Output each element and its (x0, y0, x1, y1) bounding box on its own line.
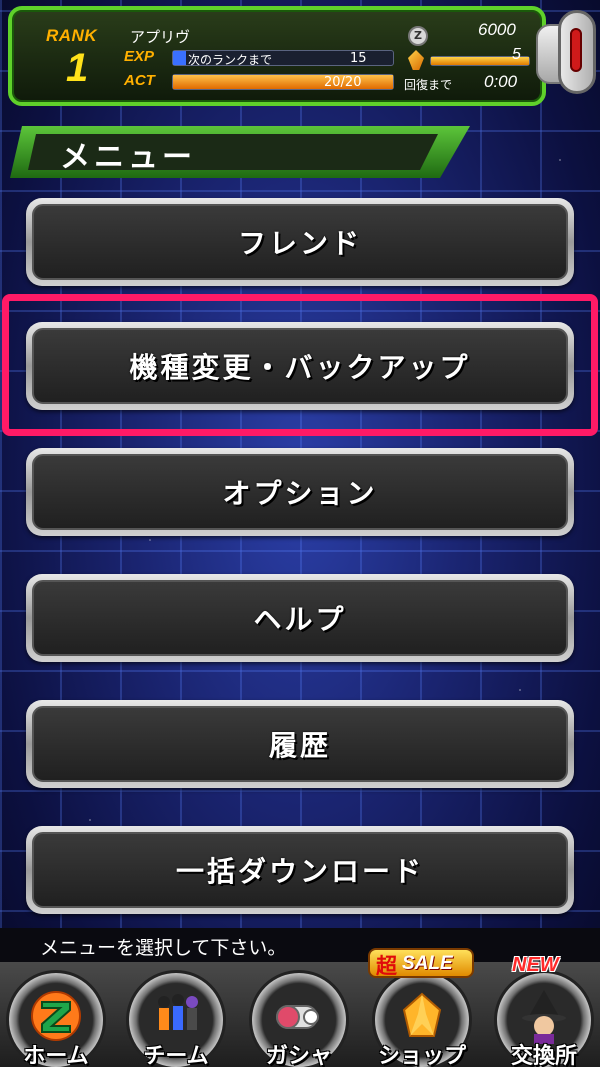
menu-button-bulk-download[interactable]: 一括ダウンロード (26, 826, 574, 914)
act-label: ACT (124, 72, 155, 89)
menu-button-label: フレンド (237, 227, 362, 260)
nav-label: ガシャ (265, 1044, 332, 1067)
menu-button-options[interactable]: オプション (26, 448, 574, 536)
exp-next-rank-text: 次のランクまで (188, 53, 273, 67)
menu-button-inner: 一括ダウンロード (32, 832, 568, 908)
menu-button-friend[interactable]: フレンド (26, 198, 574, 286)
page-title: メニュー (60, 140, 196, 175)
rank-label: RANK (46, 26, 98, 45)
nav-shop[interactable]: ショップ 超 SALE (366, 948, 478, 1067)
rank-box: RANK 1 (16, 14, 108, 98)
zeni-icon: Z (408, 26, 428, 46)
dragon-stone-icon (408, 50, 424, 70)
dragon-stone-icon (402, 992, 442, 1037)
menu-button-inner: 履歴 (32, 706, 568, 782)
menu-button-label: 履歴 (268, 729, 331, 762)
menu-button-help[interactable]: ヘルプ (26, 574, 574, 662)
zeni-value: 6000 (478, 20, 516, 39)
menu-button-label: ヘルプ (253, 603, 347, 636)
dragon-stones-value: 5 (512, 46, 521, 63)
dragon-ball-z-icon (31, 991, 81, 1041)
footer-message: メニューを選択して下さい。 (40, 937, 287, 959)
nav-label: 交換所 (510, 1044, 577, 1067)
menu-title-banner: メニュー (10, 126, 470, 178)
menu-button-inner: ヘルプ (32, 580, 568, 656)
new-badge: NEW (512, 954, 559, 976)
exp-bar-fill (173, 51, 187, 65)
nav-label: チーム (143, 1044, 209, 1067)
nav-label: ショップ (377, 1044, 466, 1067)
player-name: アプリヴ (130, 28, 191, 46)
capsule-menu-button[interactable] (536, 10, 596, 94)
capsule-slot (570, 28, 582, 72)
menu-button-label: 一括ダウンロード (175, 855, 424, 888)
nav-exchange[interactable]: 交換所 NEW (488, 954, 600, 1067)
menu-button-label: オプション (222, 477, 378, 510)
nav-gasha[interactable]: ガシャ (243, 970, 355, 1067)
highlight-frame (2, 294, 598, 436)
exp-label: EXP (124, 48, 155, 65)
sale-badge: 超 SALE (368, 948, 474, 978)
rank-value: 1 (66, 46, 89, 90)
nav-label: ホーム (23, 1044, 89, 1067)
capsule-icon (276, 1005, 319, 1029)
nav-home[interactable]: ホーム (0, 970, 112, 1067)
sale-badge-kanji: 超 (376, 955, 397, 978)
player-status-panel[interactable]: RANK 1 アプリヴ EXP 次のランクまで 15 ACT 20/20 Z 6… (8, 6, 546, 106)
baba-witch-icon (522, 990, 566, 1044)
sale-badge-text: SALE (402, 953, 453, 974)
menu-button-inner: フレンド (32, 204, 568, 280)
act-value: 20/20 (324, 75, 362, 90)
team-characters-icon (158, 994, 198, 1030)
menu-button-inner: オプション (32, 454, 568, 530)
menu-button-history[interactable]: 履歴 (26, 700, 574, 788)
nav-team[interactable]: チーム (120, 970, 232, 1067)
recovery-label: 回復まで (404, 78, 453, 92)
exp-value: 15 (350, 51, 367, 66)
recovery-time: 0:00 (484, 72, 518, 91)
footer-message-bar: メニューを選択して下さい。 (0, 928, 600, 962)
